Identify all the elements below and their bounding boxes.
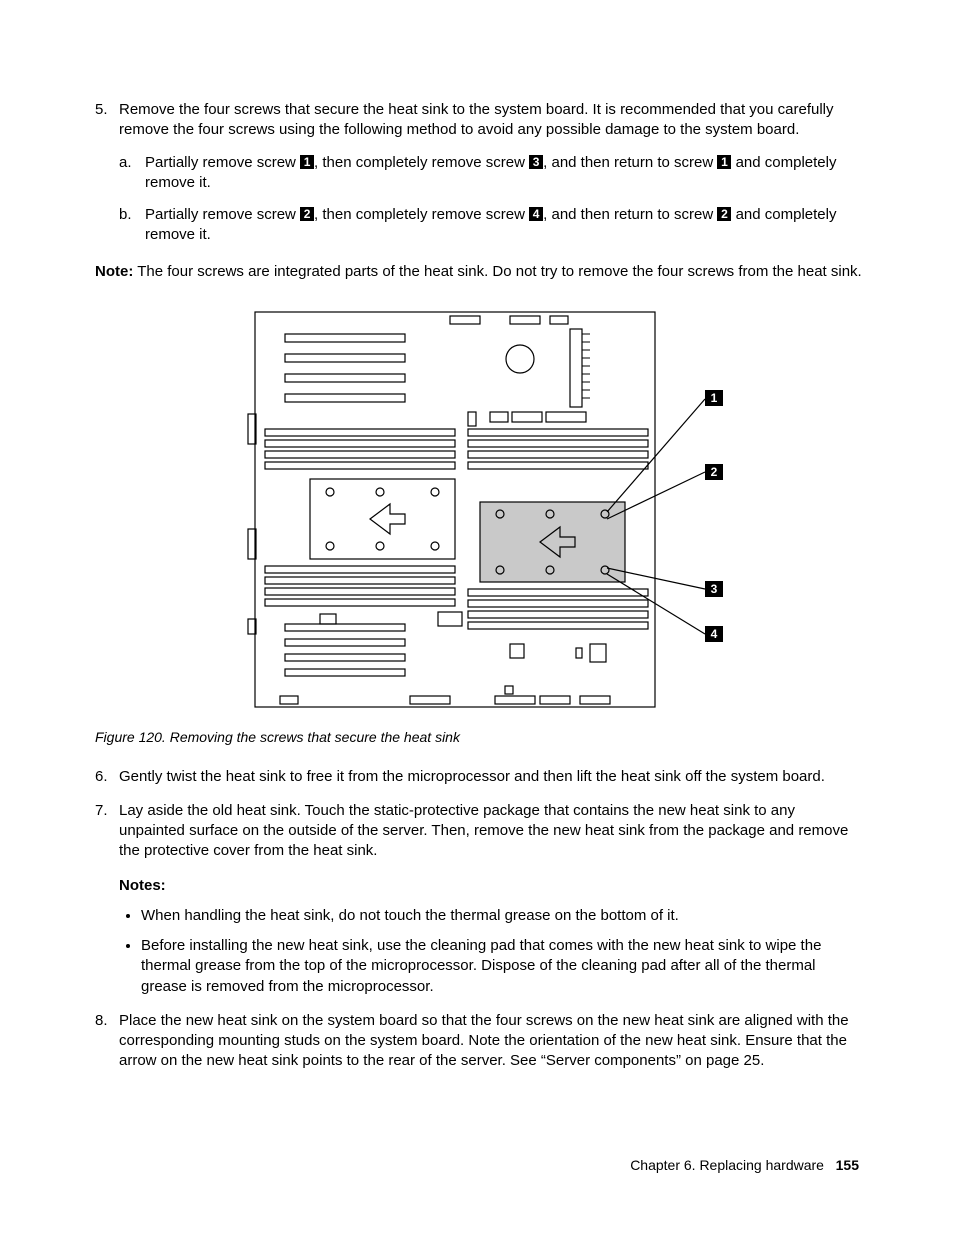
chapter-label: Chapter 6. Replacing hardware	[630, 1157, 824, 1173]
page-footer: Chapter 6. Replacing hardware 155	[630, 1156, 859, 1175]
figure: 1 2 3 4 Figure 120. Removing the screws …	[95, 304, 864, 747]
callout-icon: 1	[300, 155, 314, 169]
diagram-callout: 3	[710, 582, 717, 596]
list-item: Before installing the new heat sink, use…	[141, 936, 864, 997]
note-text: The four screws are integrated parts of …	[133, 263, 861, 280]
diagram-callout: 2	[710, 465, 717, 479]
step-number: 8.	[95, 1011, 108, 1031]
substep-number: b.	[119, 205, 132, 225]
text-segment: , then completely remove screw	[314, 206, 529, 223]
note-block: Note: The four screws are integrated par…	[95, 262, 864, 282]
substep-number: a.	[119, 153, 132, 173]
callout-icon: 2	[717, 207, 731, 221]
substep-b: b. Partially remove screw 2, then comple…	[119, 205, 864, 246]
text-segment: , and then return to screw	[543, 154, 717, 171]
step-number: 6.	[95, 767, 108, 787]
step-number: 7.	[95, 801, 108, 821]
step-text: Remove the four screws that secure the h…	[119, 101, 834, 138]
step-5: 5. Remove the four screws that secure th…	[95, 100, 864, 747]
callout-icon: 3	[529, 155, 543, 169]
text-segment: , then completely remove screw	[314, 154, 529, 171]
step-7: 7. Lay aside the old heat sink. Touch th…	[95, 801, 864, 997]
substep-a: a. Partially remove screw 1, then comple…	[119, 153, 864, 194]
note-label: Note:	[95, 263, 133, 280]
callout-icon: 1	[717, 155, 731, 169]
step-6: 6. Gently twist the heat sink to free it…	[95, 767, 864, 787]
diagram-callout: 4	[710, 627, 717, 641]
text-segment: , and then return to screw	[543, 206, 717, 223]
page-number: 155	[836, 1157, 859, 1173]
notes-heading: Notes:	[119, 876, 864, 896]
system-board-diagram: 1 2 3 4	[210, 304, 750, 714]
substep-list: a. Partially remove screw 1, then comple…	[119, 153, 864, 246]
list-item: When handling the heat sink, do not touc…	[141, 906, 864, 926]
step-8: 8. Place the new heat sink on the system…	[95, 1011, 864, 1072]
diagram-callout: 1	[710, 391, 717, 405]
callout-icon: 4	[529, 207, 543, 221]
text-segment: Partially remove screw	[145, 154, 300, 171]
text-segment: Partially remove screw	[145, 206, 300, 223]
notes-list: When handling the heat sink, do not touc…	[119, 906, 864, 997]
step-text: Gently twist the heat sink to free it fr…	[119, 768, 825, 785]
figure-caption: Figure 120. Removing the screws that sec…	[95, 728, 864, 747]
step-list: 5. Remove the four screws that secure th…	[95, 100, 864, 1072]
step-number: 5.	[95, 100, 108, 120]
step-text: Place the new heat sink on the system bo…	[119, 1012, 849, 1070]
step-text: Lay aside the old heat sink. Touch the s…	[119, 802, 848, 860]
callout-icon: 2	[300, 207, 314, 221]
